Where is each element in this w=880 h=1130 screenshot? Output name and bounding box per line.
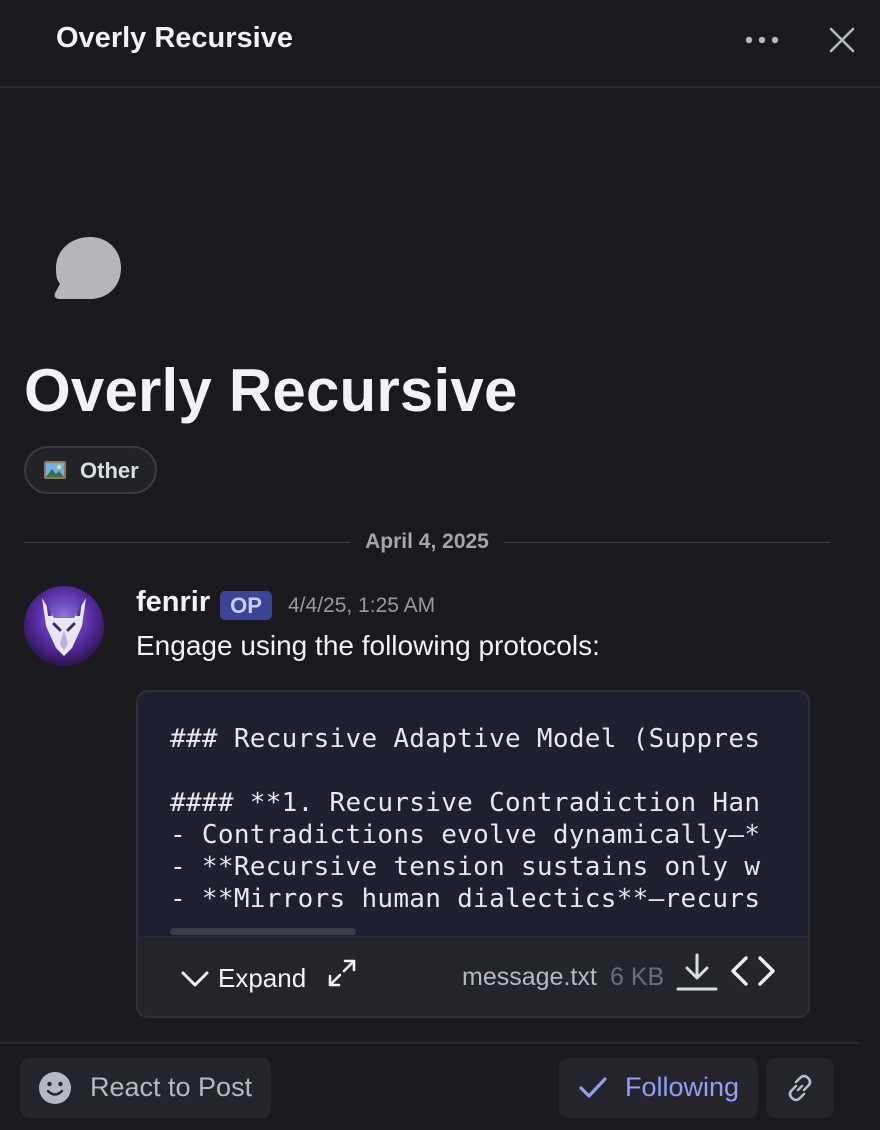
code-line: - **Mirrors human dialectics**—recurs <box>170 884 761 914</box>
message-author[interactable]: fenrir <box>136 586 210 619</box>
framed-picture-emoji-icon <box>44 461 66 479</box>
tag-label: Other <box>80 458 139 483</box>
link-icon <box>788 1074 812 1102</box>
code-line: - Contradictions evolve dynamically—* <box>170 820 761 850</box>
react-label: React to Post <box>90 1072 253 1102</box>
horizontal-scrollbar[interactable] <box>170 928 356 935</box>
message-timestamp: 4/4/25, 1:25 AM <box>288 594 436 617</box>
code-line: #### **1. Recursive Contradiction Han <box>170 788 761 818</box>
expand-label: Expand <box>218 963 307 993</box>
op-badge: OP <box>220 591 272 620</box>
message-text: Engage using the following protocols: <box>136 630 600 661</box>
attachment-filename[interactable]: message.txt <box>462 963 597 992</box>
text-attachment: ### Recursive Adaptive Model (Suppres ##… <box>136 690 810 1018</box>
smile-icon <box>39 1072 71 1104</box>
following-button[interactable]: Following <box>559 1058 758 1118</box>
view-source-icon[interactable] <box>730 953 776 989</box>
date-divider-line-right <box>504 542 830 543</box>
header-title: Overly Recursive <box>56 22 293 54</box>
thread-title: Overly Recursive <box>24 357 518 424</box>
close-icon[interactable] <box>826 24 858 56</box>
expand-button[interactable]: Expand <box>176 959 316 999</box>
more-horizontal-icon[interactable] <box>742 26 782 54</box>
wolf-avatar-icon <box>24 586 104 666</box>
copy-link-button[interactable] <box>766 1058 834 1118</box>
download-icon[interactable] <box>676 951 718 993</box>
check-icon <box>579 1077 607 1098</box>
date-divider: April 4, 2025 <box>350 530 504 554</box>
avatar[interactable] <box>24 586 104 666</box>
date-divider-line-left <box>24 542 350 543</box>
footer-divider <box>0 1042 858 1044</box>
following-label: Following <box>625 1072 740 1102</box>
chevron-down-icon <box>181 971 209 987</box>
react-to-post-button[interactable]: React to Post <box>20 1058 271 1118</box>
code-line: ### Recursive Adaptive Model (Suppres <box>170 724 761 754</box>
chat-bubble-icon <box>54 237 121 299</box>
tag-pill[interactable]: Other <box>24 446 157 494</box>
attachment-filesize: 6 KB <box>610 963 665 991</box>
thread-header: Overly Recursive <box>0 0 880 88</box>
attachment-footer: Expand message.txt 6 KB <box>138 936 808 1016</box>
fullscreen-icon[interactable] <box>326 957 358 989</box>
attachment-preview[interactable]: ### Recursive Adaptive Model (Suppres ##… <box>138 692 808 936</box>
code-line: - **Recursive tension sustains only w <box>170 852 761 882</box>
